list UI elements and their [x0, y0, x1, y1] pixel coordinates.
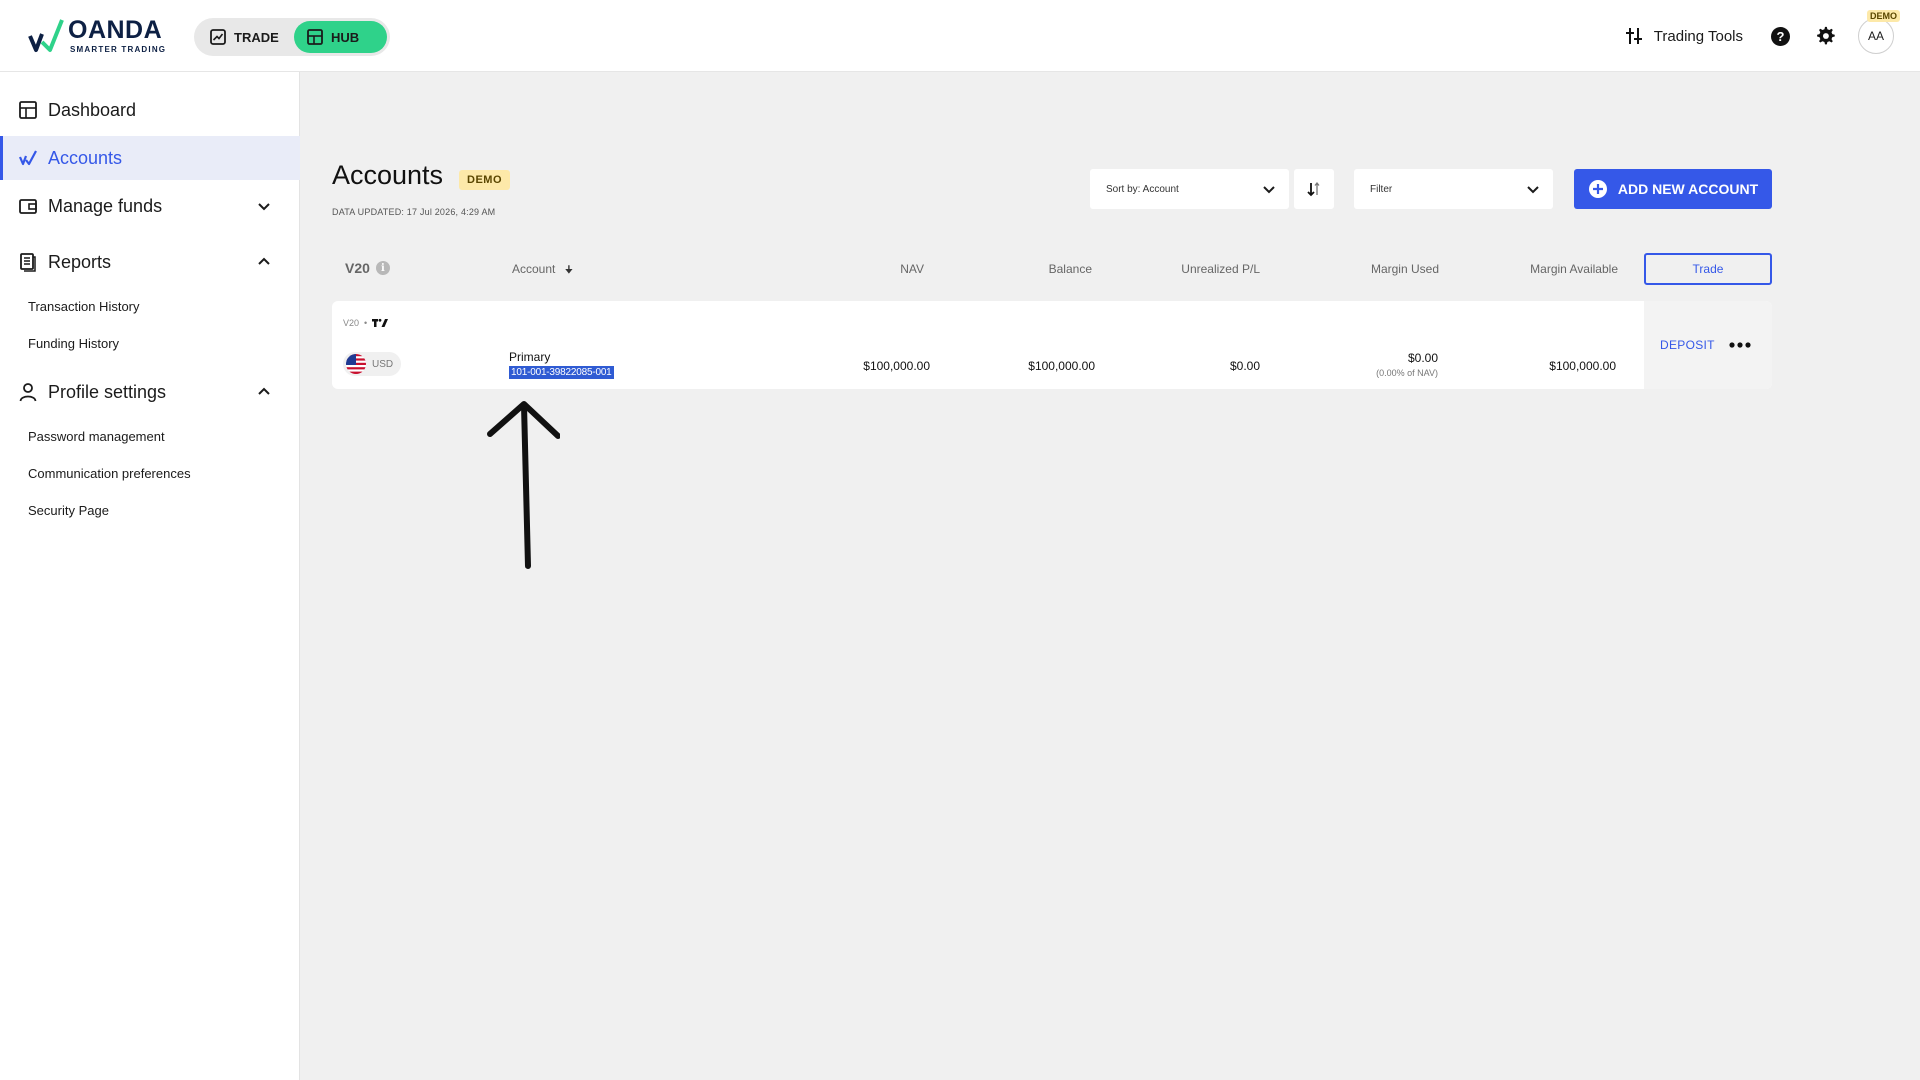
- platform-tag: V20 •: [343, 318, 389, 328]
- chevron-up-icon: [258, 387, 270, 395]
- sidebar-item-label: Dashboard: [48, 99, 137, 120]
- cell-nav: $100,000.00: [863, 359, 930, 373]
- column-header-nav[interactable]: NAV: [900, 262, 924, 276]
- sidebar-subitem-security-page[interactable]: Security Page: [28, 503, 109, 518]
- chevron-down-icon: [258, 203, 270, 211]
- sidebar-item-reports[interactable]: Reports: [0, 240, 300, 284]
- trade-button[interactable]: Trade: [1644, 253, 1772, 285]
- hub-switch-button[interactable]: HUB: [293, 21, 387, 53]
- account-id[interactable]: 101-001-39822085-001: [509, 366, 614, 379]
- sidebar-subitem-communication-preferences[interactable]: Communication preferences: [28, 466, 191, 481]
- avatar-demo-badge: DEMO: [1867, 10, 1900, 22]
- column-header-margin-used[interactable]: Margin Used: [1371, 262, 1439, 276]
- user-icon: [19, 383, 37, 402]
- plus-circle-icon: [1588, 180, 1607, 198]
- sidebar-item-label: Reports: [48, 251, 112, 272]
- oanda-logo[interactable]: OANDA SMARTER TRADING: [28, 14, 166, 58]
- accounts-icon: [18, 150, 37, 166]
- sidebar-item-label: Accounts: [48, 147, 123, 168]
- hub-switch-label: HUB: [330, 29, 360, 45]
- chevron-down-icon: [1527, 186, 1539, 194]
- sort-down-icon: 🠋: [564, 265, 573, 276]
- info-icon[interactable]: i: [375, 261, 390, 275]
- hub-grid-icon: [307, 29, 323, 45]
- tradingview-icon: [372, 318, 389, 327]
- sidebar-subitem-transaction-history[interactable]: Transaction History: [28, 299, 140, 314]
- add-new-account-button[interactable]: ADD NEW ACCOUNT: [1574, 169, 1772, 209]
- wallet-icon: [19, 199, 37, 214]
- sort-direction-button[interactable]: [1294, 169, 1334, 209]
- chevron-down-icon: [1263, 186, 1275, 194]
- filter-select[interactable]: Filter: [1354, 169, 1553, 209]
- sliders-icon: [1625, 28, 1642, 44]
- trading-tools-button[interactable]: Trading Tools: [1624, 26, 1743, 46]
- chevron-up-icon: [258, 257, 270, 265]
- currency-pill: USD: [343, 352, 402, 376]
- user-menu[interactable]: AA DEMO: [1858, 10, 1900, 54]
- group-header: V20 i: [345, 260, 390, 276]
- column-header-label: Account: [512, 262, 556, 276]
- gear-icon[interactable]: [1814, 25, 1836, 47]
- more-options-icon[interactable]: [1728, 335, 1752, 355]
- sidebar-item-profile-settings[interactable]: Profile settings: [0, 370, 300, 414]
- cell-balance: $100,000.00: [1028, 359, 1095, 373]
- group-label: V20: [345, 260, 370, 276]
- logo-tagline: SMARTER TRADING: [70, 45, 167, 54]
- avatar[interactable]: AA: [1858, 18, 1894, 54]
- deposit-link[interactable]: DEPOSIT: [1660, 338, 1715, 352]
- filter-select-value: Filter: [1370, 183, 1393, 195]
- logo-word: OANDA: [68, 16, 163, 44]
- oanda-logo-icon: [28, 19, 64, 52]
- top-bar: OANDA SMARTER TRADING TRADE HUB Trading …: [0, 0, 1920, 72]
- trade-switch-label: TRADE: [234, 29, 279, 45]
- currency-label: USD: [372, 358, 394, 370]
- column-header-balance[interactable]: Balance: [1049, 262, 1092, 276]
- sort-select-value: Sort by: Account: [1106, 183, 1179, 195]
- sort-arrows-icon: [1307, 181, 1320, 197]
- platform-label: V20: [343, 318, 360, 328]
- page-title: Accounts: [332, 160, 444, 190]
- account-name[interactable]: Primary: [509, 350, 550, 364]
- cell-unrealized: $0.00: [1229, 359, 1260, 373]
- sidebar: Dashboard Accounts Manage funds Reports: [0, 72, 300, 1080]
- column-header-unrealized[interactable]: Unrealized P/L: [1181, 262, 1260, 276]
- dashboard-icon: [19, 101, 37, 119]
- trade-hub-switch: TRADE HUB: [194, 18, 390, 56]
- cell-margin-used: $0.00: [1407, 351, 1438, 365]
- sidebar-item-accounts[interactable]: Accounts: [0, 136, 300, 180]
- sidebar-item-manage-funds[interactable]: Manage funds: [0, 184, 300, 228]
- column-header-account[interactable]: Account 🠋: [512, 262, 573, 280]
- annotation-arrow-icon: [487, 401, 560, 569]
- sidebar-item-dashboard[interactable]: Dashboard: [0, 88, 300, 132]
- data-updated-text: DATA UPDATED: 17 Jul 2026, 4:29 AM: [332, 207, 496, 217]
- cell-margin-used-percent: (0.00% of NAV): [1376, 368, 1438, 378]
- sidebar-subitem-password-management[interactable]: Password management: [28, 429, 165, 444]
- help-icon[interactable]: ?: [1771, 26, 1790, 46]
- sidebar-subitem-funding-history[interactable]: Funding History: [28, 336, 119, 351]
- add-new-account-label: ADD NEW ACCOUNT: [1617, 181, 1759, 197]
- chart-icon: [210, 29, 226, 45]
- demo-badge: DEMO: [459, 170, 510, 190]
- trading-tools-label: Trading Tools: [1653, 27, 1743, 45]
- trade-switch-button[interactable]: TRADE: [197, 21, 294, 53]
- sidebar-item-label: Profile settings: [48, 381, 167, 402]
- column-header-margin-available[interactable]: Margin Available: [1530, 262, 1618, 276]
- us-flag-icon: [346, 354, 366, 374]
- reports-icon: [20, 253, 36, 272]
- sidebar-item-label: Manage funds: [48, 195, 163, 216]
- sort-select[interactable]: Sort by: Account: [1090, 169, 1289, 209]
- cell-margin-available: $100,000.00: [1549, 359, 1616, 373]
- header-actions: Trading Tools ? AA DEMO: [1624, 10, 1900, 58]
